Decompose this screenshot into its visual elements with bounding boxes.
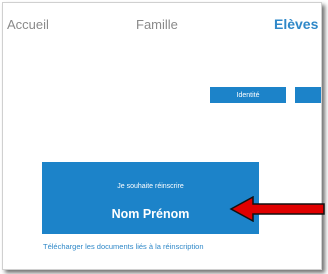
app-screen: Accueil Famille Elèves Identité Je souha… [2, 2, 322, 270]
nav-famille[interactable]: Famille [136, 17, 178, 32]
top-navigation: Accueil Famille Elèves [3, 3, 321, 43]
tab-next[interactable] [295, 87, 321, 103]
tab-identite[interactable]: Identité [210, 87, 286, 103]
reinscription-title: Je souhaite réinscrire [117, 183, 184, 190]
student-name: Nom Prénom [111, 207, 190, 221]
reinscription-button[interactable]: Je souhaite réinscrire Nom Prénom [42, 162, 259, 234]
download-documents-link[interactable]: Télécharger les documents liés à la réin… [43, 242, 273, 251]
nav-accueil[interactable]: Accueil [7, 17, 49, 32]
left-arrow-icon [229, 196, 325, 222]
nav-eleves[interactable]: Elèves [274, 16, 318, 32]
